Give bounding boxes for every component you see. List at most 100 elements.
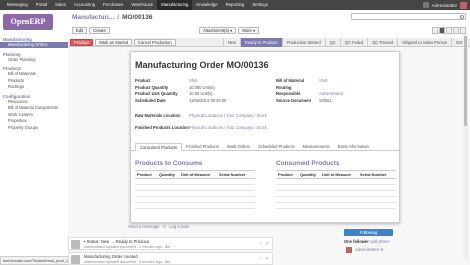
stage-qc[interactable]: QC — [324, 38, 340, 47]
top-menu-item-messaging[interactable]: Messaging — [3, 0, 32, 10]
sidebar: OpenERP Manufacturing Manufacturing Order… — [0, 10, 68, 265]
graph-view-icon[interactable] — [460, 27, 466, 34]
mark-started-button[interactable]: Mark as Started — [95, 39, 133, 46]
action-buttons: Produce Mark as Started Cancel Productio… — [70, 39, 176, 46]
follower-item[interactable]: Administrator ✕ — [346, 247, 384, 253]
tab-finished-products[interactable]: Finished Products — [182, 143, 223, 151]
sidebar-item-manufacturing-orders[interactable]: Manufacturing Orders — [0, 42, 68, 48]
raw-location-field[interactable]: Physical Locations / Your Company / Stoc… — [189, 113, 269, 118]
field-value[interactable]: 10.00 Unit(s) — [189, 91, 212, 96]
log-note-link[interactable]: Log a note — [169, 224, 189, 229]
products-to-consume-table: Product Quantity Unit of Measure Serial Num… — [135, 170, 255, 209]
tab-extra-information[interactable]: Extra Information — [334, 143, 373, 151]
top-menu-item-warehouse[interactable]: Warehouse — [127, 0, 157, 10]
form-view-icon[interactable] — [439, 27, 445, 34]
sidebar-item-bill-of-material-components[interactable]: Bill of Material Components — [0, 105, 68, 111]
table-header: Product Quantity Unit of Measure Serial Num… — [135, 171, 255, 179]
followers-summary: One follower Add others — [344, 239, 390, 244]
sidebar-item-products[interactable]: Products — [0, 78, 68, 84]
calendar-view-icon[interactable] — [446, 27, 452, 34]
stage-qc-passed[interactable]: QC Passed — [367, 38, 397, 47]
more-button[interactable]: More ▾ — [238, 27, 260, 34]
top-menu-item-reporting[interactable]: Reporting — [222, 0, 249, 10]
create-button[interactable]: Create — [89, 27, 110, 34]
close-icon[interactable]: ✕ — [265, 256, 269, 262]
top-menu-item-portal[interactable]: Portal — [32, 0, 51, 10]
stage-new[interactable]: New — [222, 38, 240, 47]
top-menu-item-settings[interactable]: Settings — [248, 0, 272, 10]
field-value[interactable]: Administrator — [319, 91, 343, 96]
user-menu[interactable]: Administrator — [432, 3, 457, 8]
avatar[interactable] — [460, 1, 467, 9]
field-label: Product — [135, 78, 151, 83]
close-icon[interactable]: ✕ — [265, 241, 269, 247]
top-menu-item-manufacturing[interactable]: Manufacturing — [157, 0, 193, 10]
sidebar-item-routings[interactable]: Routings — [0, 84, 68, 90]
followers-count: One follower — [344, 239, 369, 244]
topbar-right: Administrator — [422, 0, 467, 10]
stage-ready-to-produce[interactable]: Ready to Produce — [239, 38, 282, 47]
field-label: Bill of Material — [276, 78, 304, 83]
edit-button[interactable]: Edit — [72, 27, 88, 34]
send-message-link[interactable]: Send a message — [128, 224, 159, 229]
field-value[interactable]: 10.000 Unit(s) — [189, 85, 215, 90]
table-row — [276, 203, 396, 209]
finished-location-field[interactable]: Physical Locations / Your Company / Stoc… — [189, 125, 269, 130]
sidebar-item-property-groups[interactable]: Property Groups — [0, 125, 68, 131]
remove-follower-icon[interactable]: ✕ — [380, 247, 383, 252]
tab-measurements[interactable]: Measurements — [299, 143, 334, 151]
message-text: • Status: New → Ready to Produce — [84, 239, 150, 244]
follower-name: Administrator — [355, 247, 380, 253]
tab-work-orders[interactable]: Work Orders — [223, 143, 254, 151]
top-menu-item-knowledge[interactable]: Knowledge — [192, 0, 221, 10]
column-header: Product — [278, 172, 293, 177]
chatter-compose: Send a message or Log a note — [128, 224, 189, 229]
top-menu-item-sales[interactable]: Sales — [51, 0, 70, 10]
field-label: Responsible — [276, 91, 301, 96]
field-label: Source Document — [276, 97, 312, 103]
column-header: Serial Number — [219, 172, 246, 177]
scrollbar[interactable] — [463, 34, 468, 259]
consumed-products-title: Consumed Products — [276, 160, 340, 167]
top-menu-item-purchases[interactable]: Purchases — [99, 0, 127, 10]
stage-bar: New Ready to Produce Production Started QC Q… — [222, 38, 470, 47]
tab-consumed-products[interactable]: Consumed Products — [135, 143, 183, 151]
top-menu: Messaging Portal Sales Accounting Purchases W… — [0, 0, 272, 10]
sidebar-buttons: Attachment(s) ▾ More ▾ — [199, 27, 260, 34]
sidebar-item-order-planning[interactable]: Order Planning — [0, 57, 68, 63]
add-others-link[interactable]: Add others — [370, 239, 390, 244]
field-value[interactable]: 11/06/2014 05:30:00 — [189, 98, 226, 103]
column-header: Unit of Measure — [181, 172, 211, 177]
chat-icon[interactable] — [422, 2, 429, 8]
column-header: Quantity — [300, 172, 316, 177]
consumed-products-table: Product Quantity Unit of Measure Serial Num… — [276, 170, 396, 209]
field-label: Product Quantity — [135, 84, 169, 90]
field-value[interactable]: Shirt — [319, 78, 327, 83]
search-input[interactable] — [351, 13, 466, 20]
field-value[interactable]: SO061 — [319, 98, 332, 103]
produce-button[interactable]: Produce — [70, 39, 94, 46]
scrollbar-thumb[interactable] — [464, 36, 467, 126]
star-icon[interactable]: ☆ — [259, 241, 263, 247]
products-to-consume-title: Products to Consume — [135, 160, 203, 167]
breadcrumb-parent[interactable]: Manufacturi... — [72, 14, 114, 21]
sidebar-item-properties[interactable]: Properties — [0, 118, 68, 124]
sidebar-item-bill-of-materials[interactable]: Bill of Materials — [0, 71, 68, 77]
field-value[interactable]: Shirt — [189, 78, 197, 83]
star-icon[interactable]: ☆ — [259, 256, 263, 262]
company-logo[interactable]: OpenERP — [3, 14, 53, 30]
top-menu-item-accounting[interactable]: Accounting — [70, 0, 99, 10]
sidebar-item-resources[interactable]: Resources — [0, 99, 68, 105]
stage-production-started[interactable]: Production Started — [281, 38, 325, 47]
cancel-production-button[interactable]: Cancel Production — [134, 39, 176, 46]
list-view-icon[interactable] — [432, 27, 438, 34]
message-avatar — [71, 255, 80, 264]
stage-shipped-to-sales-person[interactable]: Shipped to Sales Person — [397, 38, 451, 47]
tab-scheduled-products[interactable]: Scheduled Products — [254, 143, 299, 151]
following-button[interactable]: Following — [344, 229, 393, 236]
sidebar-item-work-centers[interactable]: Work Centers — [0, 112, 68, 118]
breadcrumb: Manufacturi... / MO/00136 — [72, 14, 152, 21]
stage-qc-failed[interactable]: QC Failed — [339, 38, 367, 47]
attachments-button[interactable]: Attachment(s) ▾ — [199, 27, 237, 34]
gantt-view-icon[interactable] — [453, 27, 459, 34]
